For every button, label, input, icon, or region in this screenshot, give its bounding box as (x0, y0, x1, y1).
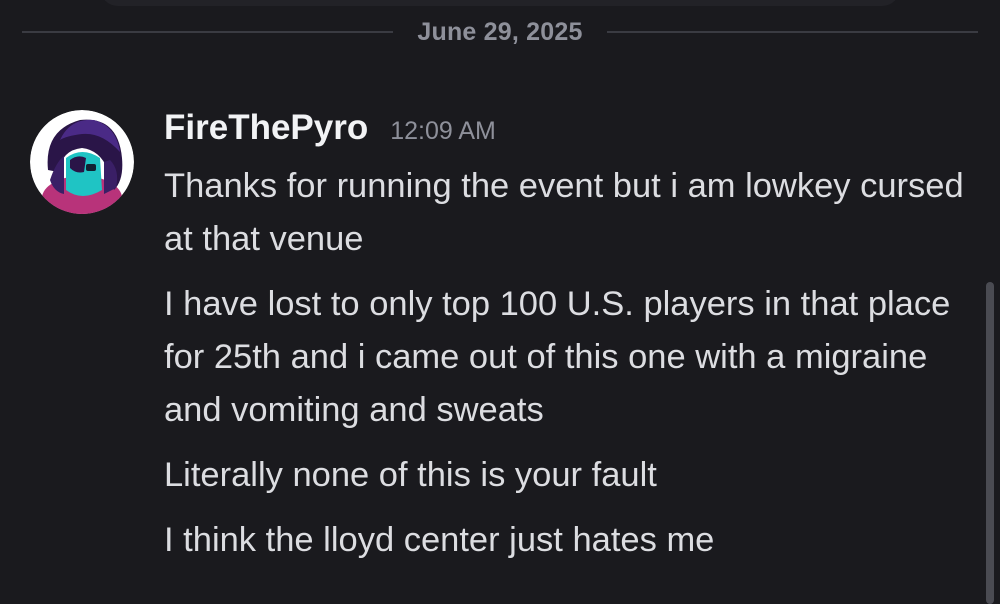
message-line: I think the lloyd center just hates me (164, 521, 715, 559)
message-line: I have lost to only top 100 U.S. players… (164, 285, 951, 429)
scrollbar-thumb[interactable] (986, 282, 994, 604)
avatar-icon (30, 110, 134, 214)
date-divider-label: June 29, 2025 (417, 17, 583, 46)
message-line: Thanks for running the event but i am lo… (164, 167, 964, 258)
message-header: FireThePyro 12:09 AM (164, 108, 496, 148)
previous-message-edge (100, 0, 900, 6)
author-username[interactable]: FireThePyro (164, 108, 368, 148)
date-divider: June 29, 2025 (22, 14, 978, 50)
message-line: Literally none of this is your fault (164, 456, 657, 494)
user-avatar[interactable] (30, 110, 134, 214)
divider-line-right (606, 31, 978, 33)
message-timestamp: 12:09 AM (390, 117, 496, 145)
divider-line-left (22, 31, 394, 33)
message-group: Thanks for running the event but i am lo… (164, 160, 964, 579)
